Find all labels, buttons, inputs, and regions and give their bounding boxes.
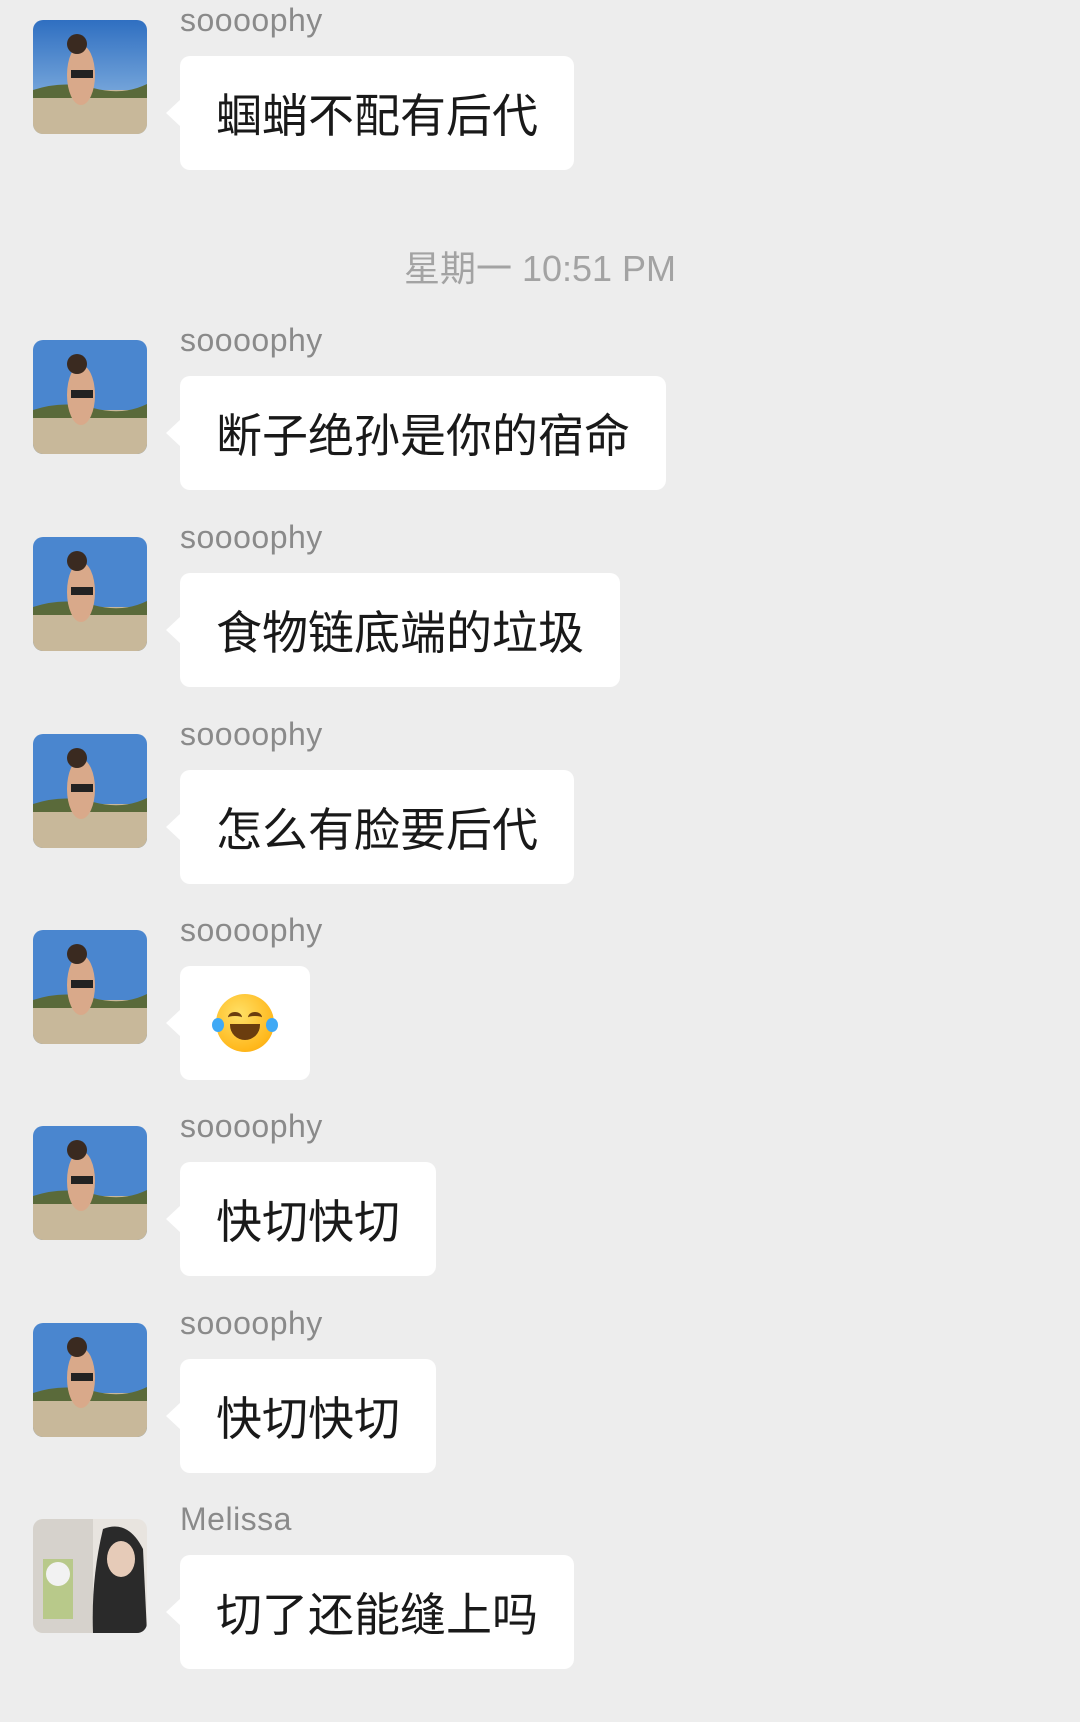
sender-name: soooophy [180,716,323,752]
avatar[interactable] [33,1519,147,1633]
sender-name: soooophy [180,1305,323,1341]
message-bubble[interactable]: 食物链底端的垃圾 [166,573,620,687]
message-bubble[interactable]: 快切快切 [166,1162,436,1276]
message-bubble[interactable]: 怎么有脸要后代 [166,770,574,884]
avatar[interactable] [33,1323,147,1437]
avatar[interactable] [33,340,147,454]
message-bubble[interactable] [166,966,310,1080]
avatar[interactable] [33,20,147,134]
avatar[interactable] [33,537,147,651]
avatar[interactable] [33,734,147,848]
sender-name: Melissa [180,1501,292,1537]
sender-name: soooophy [180,912,323,948]
face-with-tears-of-joy-icon [212,994,278,1052]
sender-name: soooophy [180,519,323,555]
message-bubble[interactable]: 断子绝孙是你的宿命 [166,376,666,490]
message-bubble[interactable]: 蝈蛸不配有后代 [166,56,574,170]
timestamp-divider: 星期一 10:51 PM [403,248,677,289]
avatar[interactable] [33,930,147,1044]
sender-name: soooophy [180,2,323,38]
avatar[interactable] [33,1126,147,1240]
sender-name: soooophy [180,1108,323,1144]
sender-name: soooophy [180,322,323,358]
message-bubble[interactable]: 切了还能缝上吗 [166,1555,574,1669]
message-bubble[interactable]: 快切快切 [166,1359,436,1473]
